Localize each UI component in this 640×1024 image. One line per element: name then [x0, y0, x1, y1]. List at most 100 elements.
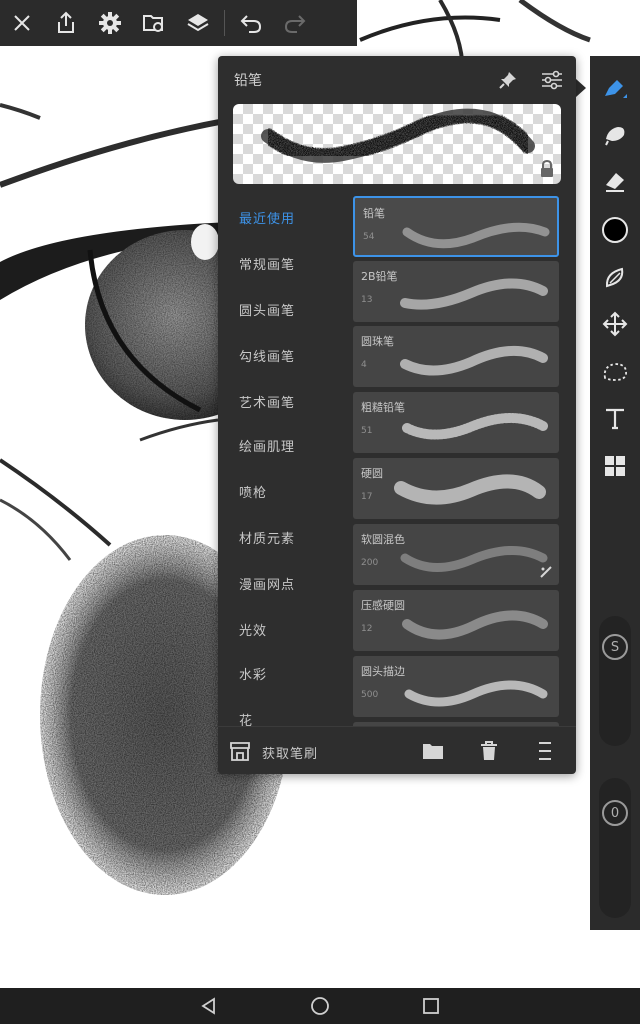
brush-icon [605, 80, 627, 98]
brush-name: 铅笔 [363, 207, 385, 220]
brush-item-rough-pencil[interactable]: 粗糙铅笔 51 [353, 392, 559, 453]
brush-list[interactable]: 铅笔 54 2B铅笔 13 圆珠笔 4 粗糙铅笔 51 硬圆 17 软圆混色 2… [353, 196, 561, 726]
color-swatch [602, 217, 628, 243]
category-round[interactable]: 圆头画笔 [239, 300, 295, 319]
category-general[interactable]: 常规画笔 [239, 254, 295, 273]
brush-store-button[interactable] [226, 737, 254, 765]
layout-icon [605, 456, 625, 476]
brush-item-pressure-hard-round[interactable]: 压感硬圆 12 [353, 590, 559, 651]
selection-tool[interactable] [590, 352, 640, 392]
undo-icon [240, 15, 262, 33]
gear-icon [99, 12, 121, 34]
color-picker[interactable] [590, 210, 640, 250]
layout-tool[interactable] [590, 446, 640, 486]
back-button[interactable] [197, 994, 221, 1018]
lasso-fill-tool[interactable] [590, 258, 640, 298]
toolbar-divider [224, 10, 225, 36]
smudge-tool[interactable] [590, 114, 640, 154]
brush-stroke-preview [400, 278, 548, 310]
category-light-effects[interactable]: 光效 [239, 620, 267, 639]
brush-name: 圆珠笔 [361, 335, 394, 348]
brush-item-2b-pencil[interactable]: 2B铅笔 13 [353, 261, 559, 322]
brush-stroke-preview [404, 680, 548, 707]
pin-icon [499, 72, 516, 89]
brush-tool[interactable] [590, 68, 640, 108]
brush-stroke-preview [402, 610, 548, 640]
brush-preview-stroke [260, 107, 536, 164]
brush-panel: 铅笔 最近使用 常规画笔 圆头画笔 勾线画笔 艺术画笔 绘画肌理 喷枪 材质元素… [218, 56, 576, 774]
tool-rail: S 0 [590, 56, 640, 930]
text-icon [606, 408, 624, 430]
opacity-knob[interactable]: 0 [602, 800, 628, 826]
category-list[interactable]: 最近使用 常规画笔 圆头画笔 勾线画笔 艺术画笔 绘画肌理 喷枪 材质元素 漫画… [218, 196, 352, 726]
category-texture[interactable]: 绘画肌理 [239, 436, 295, 455]
get-brush-label[interactable]: 获取笔刷 [262, 743, 318, 762]
layers-icon [187, 14, 209, 32]
category-inking[interactable]: 勾线画笔 [239, 346, 295, 365]
brush-stroke-preview [400, 345, 548, 376]
brush-item-ballpoint[interactable]: 圆珠笔 4 [353, 326, 559, 387]
close-button[interactable] [0, 0, 44, 46]
lasso-fill-icon [605, 267, 624, 288]
category-screentone[interactable]: 漫画网点 [239, 574, 295, 593]
brush-size: 17 [361, 492, 373, 502]
eraser-icon [606, 173, 624, 192]
text-tool[interactable] [590, 398, 640, 438]
undo-button[interactable] [229, 0, 273, 46]
gallery-icon [143, 15, 163, 32]
selection-icon [603, 363, 627, 381]
brush-size: 12 [361, 624, 373, 634]
category-material[interactable]: 材质元素 [239, 528, 295, 547]
menu-button[interactable] [531, 737, 559, 765]
brush-stroke-preview [400, 545, 548, 573]
import-folder-button[interactable] [419, 737, 447, 765]
brush-item-pencil[interactable]: 铅笔 54 [353, 196, 559, 257]
panel-title: 铅笔 [234, 73, 262, 89]
redo-icon [284, 15, 306, 33]
panel-footer: 获取笔刷 [218, 726, 576, 775]
home-icon [311, 997, 329, 1015]
gallery-button[interactable] [132, 0, 176, 46]
sliders-icon [542, 70, 562, 90]
category-watercolor[interactable]: 水彩 [239, 664, 267, 683]
trash-icon [481, 741, 497, 760]
home-button[interactable] [308, 994, 332, 1018]
category-airbrush[interactable]: 喷枪 [239, 482, 267, 501]
system-nav-bar [0, 988, 640, 1024]
brush-item-hard-round[interactable]: 硬圆 17 [353, 458, 559, 519]
settings-button[interactable] [88, 0, 132, 46]
layers-button[interactable] [176, 0, 220, 46]
brush-size: 500 [361, 690, 379, 700]
close-icon [14, 15, 30, 31]
delete-button[interactable] [475, 737, 503, 765]
brush-size-slider[interactable]: S [599, 616, 631, 746]
redo-button[interactable] [273, 0, 317, 46]
brush-settings-button[interactable] [538, 66, 566, 94]
move-tool[interactable] [590, 304, 640, 344]
brush-item-round-outline[interactable]: 圆头描边 500 [353, 656, 559, 717]
panel-pointer [576, 79, 586, 97]
recents-button[interactable] [419, 994, 443, 1018]
eraser-tool[interactable] [590, 162, 640, 202]
category-flowers[interactable]: 花 [239, 710, 253, 726]
folder-icon [423, 744, 443, 759]
pin-button[interactable] [494, 66, 522, 94]
recents-icon [423, 998, 439, 1014]
category-artistic[interactable]: 艺术画笔 [239, 392, 295, 411]
category-recent[interactable]: 最近使用 [239, 208, 295, 227]
store-icon [230, 742, 250, 761]
brush-preview [233, 104, 561, 184]
brush-item-soft-round-blend[interactable]: 软圆混色 200 [353, 524, 559, 585]
brush-size: 13 [361, 295, 373, 305]
blend-brush-icon [540, 566, 552, 578]
lock-icon[interactable] [539, 160, 555, 178]
brush-name: 硬圆 [361, 467, 383, 480]
top-toolbar [0, 0, 357, 46]
share-button[interactable] [44, 0, 88, 46]
share-icon [58, 11, 74, 33]
brush-stroke-preview [394, 474, 546, 505]
brush-size-knob[interactable]: S [602, 634, 628, 660]
opacity-slider[interactable]: 0 [599, 778, 631, 918]
smudge-icon [605, 127, 625, 146]
brush-size: 200 [361, 558, 379, 568]
